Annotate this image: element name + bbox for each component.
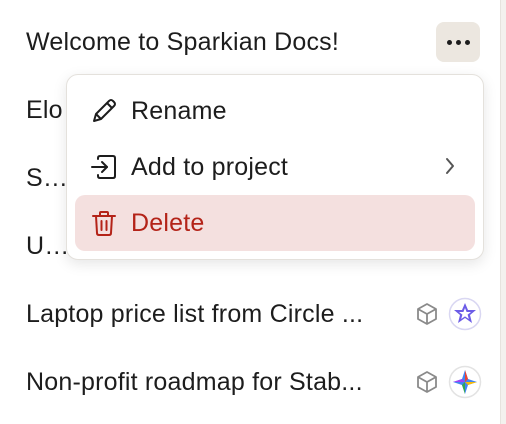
cube-icon	[414, 369, 440, 400]
document-title: Non-profit roadmap for Stab...	[26, 367, 363, 396]
context-menu: Rename Add to project Delete	[66, 74, 484, 260]
document-row[interactable]: Laptop price list from Circle ...	[26, 294, 488, 334]
document-row[interactable]: Say	[26, 158, 66, 198]
document-title: Laptop price list from Circle ...	[26, 299, 364, 328]
document-title: Say	[26, 163, 66, 192]
trash-icon	[87, 206, 121, 240]
document-row[interactable]: Non-profit roadmap for Stab...	[26, 362, 488, 402]
document-row[interactable]: Elo	[26, 90, 66, 130]
sparkle-gem-icon	[448, 365, 482, 404]
add-to-project-menu-item[interactable]: Add to project	[75, 139, 475, 195]
arrow-into-box-icon	[87, 150, 121, 184]
cube-icon	[414, 301, 440, 332]
document-title: Elo	[26, 95, 63, 124]
pencil-icon	[87, 94, 121, 128]
document-title: Urg	[26, 231, 66, 260]
documents-panel: Welcome to Sparkian Docs! Elo Say Urg La…	[0, 0, 498, 424]
document-title: Welcome to Sparkian Docs!	[26, 27, 339, 56]
delete-menu-item[interactable]: Delete	[75, 195, 475, 251]
scrollbar-track[interactable]	[500, 0, 506, 424]
document-row[interactable]: Welcome to Sparkian Docs!	[26, 22, 488, 62]
rename-menu-item[interactable]: Rename	[75, 83, 475, 139]
add-to-project-label: Add to project	[131, 152, 289, 181]
chevron-right-icon	[443, 155, 457, 182]
delete-label: Delete	[131, 208, 205, 237]
rename-label: Rename	[131, 96, 227, 125]
more-options-button[interactable]	[436, 22, 480, 62]
purple-star-badge-icon	[448, 297, 482, 336]
ellipsis-icon	[446, 39, 470, 45]
document-row[interactable]: Urg	[26, 226, 66, 266]
